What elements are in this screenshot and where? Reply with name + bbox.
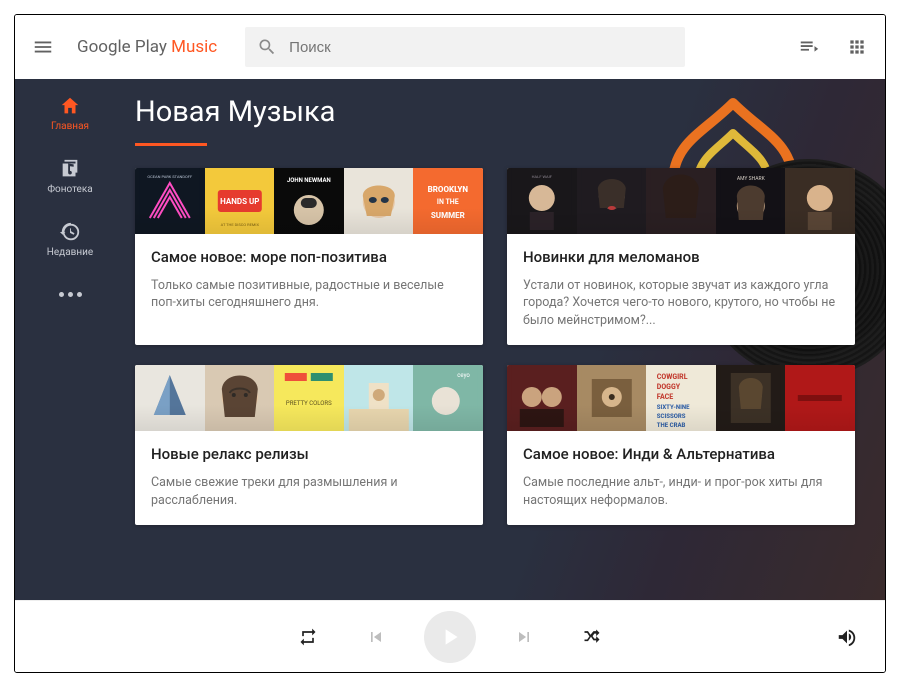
svg-text:PRETTY COLORS: PRETTY COLORS bbox=[286, 400, 332, 407]
recommendation-card[interactable]: HALF WAIF AMY SHARK Новинки для меломано… bbox=[507, 168, 855, 345]
previous-button[interactable] bbox=[356, 617, 396, 657]
card-desc: Устали от новинок, которые звучат из каж… bbox=[523, 277, 839, 330]
player-bar bbox=[15, 600, 885, 672]
sidebar-more-button[interactable] bbox=[51, 284, 90, 305]
home-icon bbox=[59, 95, 81, 117]
search-icon bbox=[257, 37, 277, 57]
sidebar-item-label: Фонотека bbox=[47, 184, 92, 195]
recommendation-card[interactable]: PRETTY COLORS ceyo Новые релакс релизы С… bbox=[135, 365, 483, 525]
card-desc: Самые свежие треки для размышления и рас… bbox=[151, 474, 467, 509]
menu-button[interactable] bbox=[23, 27, 63, 67]
sidebar-item-label: Недавние bbox=[47, 247, 93, 258]
cover-strip: PRETTY COLORS ceyo bbox=[135, 365, 483, 431]
app-header: Google Play Music bbox=[15, 15, 885, 79]
logo-text: Google Play bbox=[77, 37, 171, 57]
svg-text:SIXTY-NINE: SIXTY-NINE bbox=[657, 404, 690, 411]
recommendation-card[interactable]: OCEAN PARK STANDOFF HANDS UP AT THE DISCO… bbox=[135, 168, 483, 345]
svg-text:COWGIRL: COWGIRL bbox=[657, 373, 688, 381]
card-title: Новинки для меломанов bbox=[523, 248, 839, 267]
card-desc: Только самые позитивные, радостные и вес… bbox=[151, 277, 467, 312]
sidebar-item-label: Главная bbox=[51, 121, 89, 132]
search-box[interactable] bbox=[245, 27, 685, 67]
cover-strip: OCEAN PARK STANDOFF HANDS UP AT THE DISCO… bbox=[135, 168, 483, 234]
page-title: Новая Музыка bbox=[135, 95, 855, 129]
svg-text:HANDS UP: HANDS UP bbox=[220, 197, 259, 206]
svg-text:DOGGY: DOGGY bbox=[657, 383, 681, 391]
svg-text:ceyo: ceyo bbox=[458, 372, 471, 379]
svg-text:SCISSORS: SCISSORS bbox=[657, 413, 686, 420]
svg-text:THE CRAB: THE CRAB bbox=[657, 422, 686, 429]
sidebar-item-library[interactable]: Фонотека bbox=[30, 158, 110, 195]
cover-strip: HALF WAIF AMY SHARK bbox=[507, 168, 855, 234]
svg-text:BROOKLYN: BROOKLYN bbox=[428, 185, 469, 194]
card-title: Новые релакс релизы bbox=[151, 445, 467, 464]
repeat-button[interactable] bbox=[288, 617, 328, 657]
card-title: Самое новое: Инди & Альтернатива bbox=[523, 445, 839, 464]
cards-grid: OCEAN PARK STANDOFF HANDS UP AT THE DISCO… bbox=[135, 168, 855, 525]
main-content: Новая Музыка OCEAN PARK STANDOFF HANDS U… bbox=[125, 79, 885, 600]
title-underline bbox=[135, 143, 207, 146]
svg-text:HALF WAIF: HALF WAIF bbox=[532, 174, 553, 179]
card-title: Самое новое: море поп-позитива bbox=[151, 248, 467, 267]
svg-text:AMY SHARK: AMY SHARK bbox=[737, 176, 766, 182]
svg-text:FACE: FACE bbox=[657, 393, 673, 401]
cover-strip: COWGIRL DOGGY FACE SIXTY-NINE SCISSORS THE CR… bbox=[507, 365, 855, 431]
next-button[interactable] bbox=[504, 617, 544, 657]
search-input[interactable] bbox=[289, 39, 673, 56]
svg-text:IN THE: IN THE bbox=[437, 198, 459, 206]
shuffle-button[interactable] bbox=[572, 617, 612, 657]
svg-text:OCEAN PARK STANDOFF: OCEAN PARK STANDOFF bbox=[147, 174, 193, 179]
volume-button[interactable] bbox=[827, 617, 867, 657]
sidebar-item-home[interactable]: Главная bbox=[30, 95, 110, 132]
svg-text:AT THE DISCO REMIX: AT THE DISCO REMIX bbox=[220, 222, 259, 227]
apps-button[interactable] bbox=[837, 27, 877, 67]
logo-accent: Music bbox=[171, 37, 217, 57]
sidebar-item-recent[interactable]: Недавние bbox=[30, 221, 110, 258]
app-logo: Google Play Music bbox=[77, 37, 217, 57]
svg-text:SUMMER: SUMMER bbox=[431, 211, 465, 220]
library-icon bbox=[59, 158, 81, 180]
card-desc: Самые последние альт-, инди- и прог-рок … bbox=[523, 474, 839, 509]
sidebar: Главная Фонотека Недавние bbox=[15, 79, 125, 600]
history-icon bbox=[59, 221, 81, 243]
svg-text:JOHN NEWMAN: JOHN NEWMAN bbox=[287, 177, 331, 184]
queue-button[interactable] bbox=[789, 27, 829, 67]
recommendation-card[interactable]: COWGIRL DOGGY FACE SIXTY-NINE SCISSORS THE CR… bbox=[507, 365, 855, 525]
play-button[interactable] bbox=[424, 611, 476, 663]
